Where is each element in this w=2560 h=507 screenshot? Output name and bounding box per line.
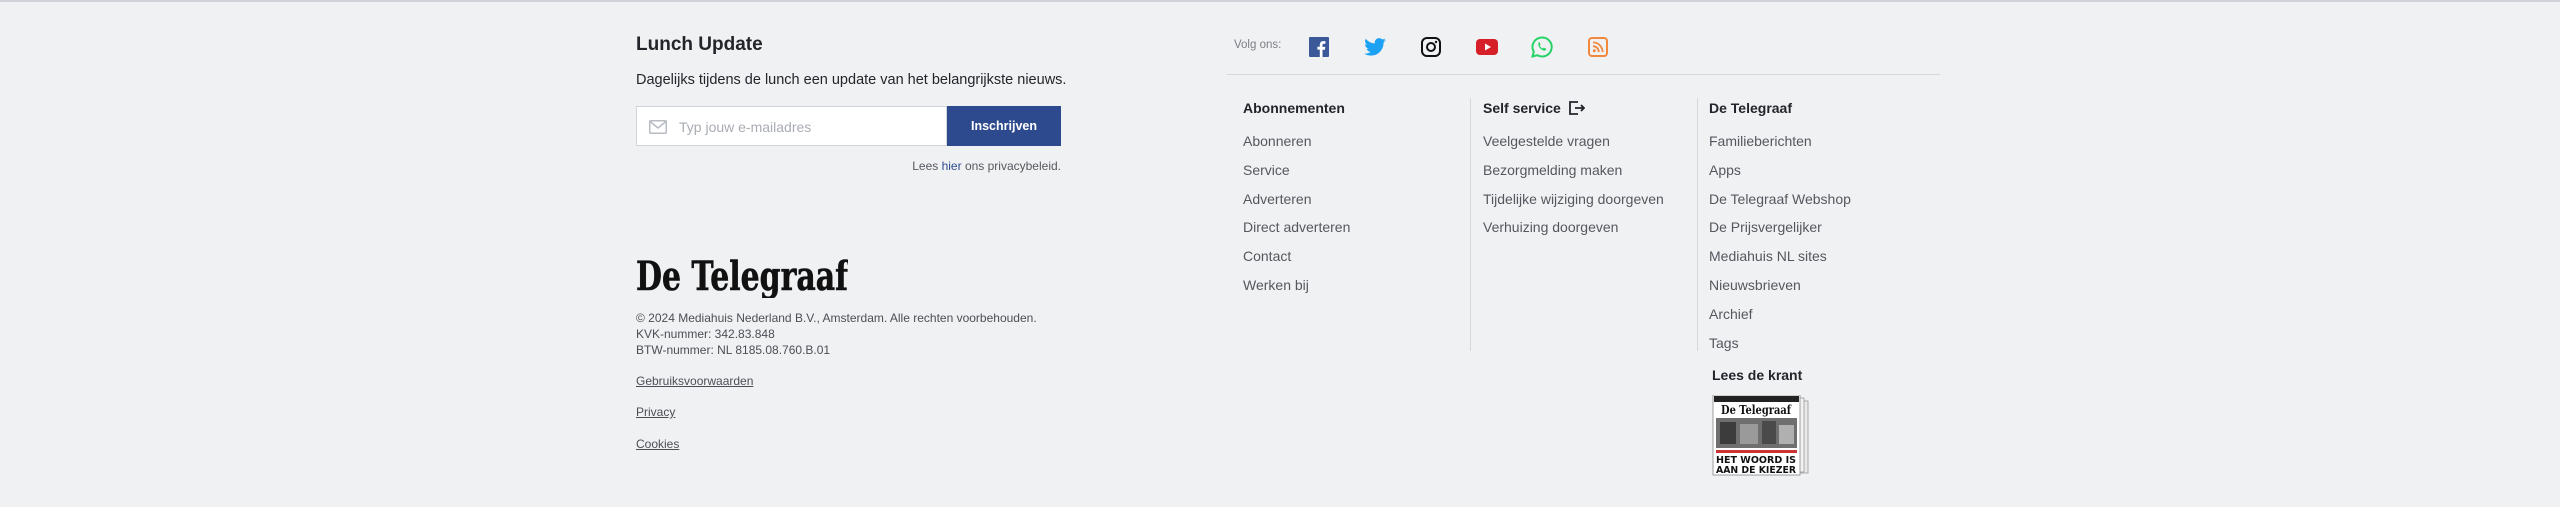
rss-icon[interactable]	[1585, 34, 1611, 60]
youtube-icon[interactable]	[1474, 34, 1500, 60]
logo-text: De Telegraaf	[636, 253, 848, 298]
newspaper-thumbnail[interactable]: De Telegraaf HET WOORD IS AAN DE KIEZER	[1712, 395, 1812, 477]
privacy-note: Lees hier ons privacybeleid.	[912, 159, 1061, 173]
cookies-link[interactable]: Cookies	[636, 437, 679, 451]
instagram-icon[interactable]	[1418, 34, 1444, 60]
lees-de-krant-heading: Lees de krant	[1712, 367, 1803, 383]
legal-info: © 2024 Mediahuis Nederland B.V., Amsterd…	[636, 310, 1037, 358]
abonnementen-heading: Abonnementen	[1243, 100, 1345, 116]
link-webshop[interactable]: De Telegraaf Webshop	[1709, 191, 1851, 207]
self-service-heading-label: Self service	[1483, 100, 1561, 116]
link-bezorgmelding[interactable]: Bezorgmelding maken	[1483, 162, 1622, 178]
privacy-here-link[interactable]: hier	[942, 159, 962, 173]
link-prijsvergelijker[interactable]: De Prijsvergelijker	[1709, 219, 1822, 235]
facebook-icon[interactable]	[1306, 34, 1332, 60]
mail-icon	[649, 120, 667, 134]
link-archief[interactable]: Archief	[1709, 306, 1753, 322]
privacy-link[interactable]: Privacy	[636, 405, 675, 419]
email-input[interactable]	[677, 107, 943, 147]
link-direct-adverteren[interactable]: Direct adverteren	[1243, 219, 1350, 235]
whatsapp-icon[interactable]	[1529, 34, 1555, 60]
kvk-number: KVK-nummer: 342.83.848	[636, 327, 775, 341]
link-adverteren[interactable]: Adverteren	[1243, 191, 1311, 207]
link-abonneren[interactable]: Abonneren	[1243, 133, 1312, 149]
twitter-icon[interactable]	[1362, 34, 1388, 60]
thumb-masthead: De Telegraaf	[1721, 403, 1792, 417]
link-contact[interactable]: Contact	[1243, 248, 1291, 264]
link-tags[interactable]: Tags	[1709, 335, 1739, 351]
follow-label: Volg ons:	[1234, 39, 1282, 51]
top-border	[0, 0, 2560, 2]
de-telegraaf-heading: De Telegraaf	[1709, 100, 1792, 116]
link-veelgestelde-vragen[interactable]: Veelgestelde vragen	[1483, 133, 1610, 149]
logout-icon	[1568, 101, 1585, 115]
column-divider-1	[1470, 98, 1471, 351]
link-nieuwsbrieven[interactable]: Nieuwsbrieven	[1709, 277, 1801, 293]
link-mediahuis-nl[interactable]: Mediahuis NL sites	[1709, 248, 1827, 264]
thumb-headline-2: AAN DE KIEZER	[1716, 465, 1796, 476]
link-apps[interactable]: Apps	[1709, 162, 1741, 178]
link-service[interactable]: Service	[1243, 162, 1290, 178]
column-divider-2	[1697, 98, 1698, 351]
terms-link[interactable]: Gebruiksvoorwaarden	[636, 374, 753, 388]
link-verhuizing[interactable]: Verhuizing doorgeven	[1483, 219, 1618, 235]
link-familieberichten[interactable]: Familieberichten	[1709, 133, 1812, 149]
link-werken-bij[interactable]: Werken bij	[1243, 277, 1309, 293]
email-field-wrapper	[636, 106, 947, 147]
self-service-heading: Self service	[1483, 100, 1585, 116]
newsletter-description: Dagelijks tijdens de lunch een update va…	[636, 72, 1067, 88]
copyright-text: © 2024 Mediahuis Nederland B.V., Amsterd…	[636, 311, 1037, 325]
btw-number: BTW-nummer: NL 8185.08.760.B.01	[636, 343, 831, 357]
newsletter-title: Lunch Update	[636, 34, 763, 55]
subscribe-button[interactable]: Inschrijven	[947, 106, 1061, 146]
social-divider	[1227, 74, 1940, 75]
link-tijdelijke-wijziging[interactable]: Tijdelijke wijziging doorgeven	[1483, 191, 1664, 207]
telegraaf-logo[interactable]: De Telegraaf	[636, 252, 848, 298]
